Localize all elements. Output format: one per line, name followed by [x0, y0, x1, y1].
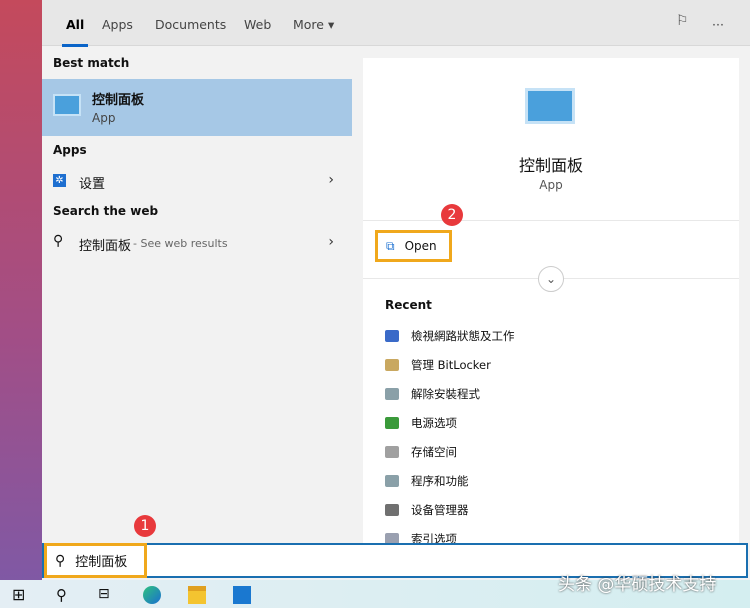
- recent-item[interactable]: 设备管理器: [385, 502, 469, 518]
- recent-item-label: 程序和功能: [411, 474, 469, 488]
- divider: [363, 220, 739, 221]
- recent-item[interactable]: 存储空间: [385, 444, 457, 460]
- recent-item-icon: [385, 446, 399, 458]
- web-result[interactable]: ⚲ 控制面板 - See web results ›: [42, 228, 352, 258]
- tab-apps[interactable]: Apps: [102, 17, 133, 32]
- task-view-icon[interactable]: ⊟: [98, 586, 116, 604]
- chevron-right-icon[interactable]: ›: [328, 234, 334, 250]
- open-button[interactable]: ⧉ Open: [375, 230, 452, 262]
- control-panel-icon: [53, 94, 81, 116]
- more-options-icon[interactable]: ···: [712, 17, 724, 32]
- apps-heading: Apps: [53, 143, 87, 157]
- edge-icon[interactable]: [143, 586, 161, 604]
- recent-item[interactable]: 电源选项: [385, 415, 457, 431]
- tab-all[interactable]: All: [61, 17, 89, 47]
- tab-more[interactable]: More ▾: [293, 17, 334, 32]
- search-icon: ⚲: [53, 233, 64, 249]
- taskbar: ⊞ ⚲ ⊟ 头条 @华硕技术支持: [0, 575, 750, 608]
- recent-item[interactable]: 檢視網路狀態及工作: [385, 328, 515, 344]
- open-label: Open: [404, 239, 437, 253]
- app-label: 设置: [79, 177, 106, 192]
- search-icon: ⚲: [55, 552, 66, 569]
- settings-icon: ✲: [53, 174, 66, 187]
- feedback-icon[interactable]: ⚐: [676, 13, 689, 29]
- open-icon: ⧉: [386, 238, 395, 253]
- recent-item-label: 电源选项: [411, 416, 457, 430]
- recent-heading: Recent: [385, 298, 432, 312]
- start-menu: All Apps Documents Web More ▾ ⚐ ··· Best…: [42, 0, 750, 580]
- tab-documents[interactable]: Documents: [155, 17, 226, 32]
- recent-item-label: 解除安裝程式: [411, 387, 480, 401]
- details-pane: 控制面板 App ⧉ Open 2 ⌄ Recent 檢視網路狀態及工作 管理 B…: [363, 58, 739, 546]
- details-subtitle: App: [539, 178, 563, 192]
- recent-item-icon: [385, 359, 399, 371]
- recent-item-label: 设备管理器: [411, 503, 469, 517]
- recent-item[interactable]: 管理 BitLocker: [385, 357, 491, 373]
- recent-item-label: 管理 BitLocker: [411, 358, 491, 372]
- expand-chevron-icon[interactable]: ⌄: [538, 266, 564, 292]
- step-badge-2: 2: [441, 204, 463, 226]
- recent-item-icon: [385, 504, 399, 516]
- search-icon[interactable]: ⚲: [56, 586, 74, 604]
- web-heading: Search the web: [53, 204, 159, 218]
- best-match-heading: Best match: [53, 56, 130, 70]
- details-title: 控制面板: [518, 156, 583, 175]
- recent-item[interactable]: 解除安裝程式: [385, 386, 480, 402]
- recent-item[interactable]: 程序和功能: [385, 473, 469, 489]
- control-panel-large-icon: [525, 88, 575, 124]
- mail-icon[interactable]: [233, 586, 251, 604]
- best-match-title: 控制面板: [92, 93, 145, 108]
- search-tabs: All Apps Documents Web More ▾ ⚐ ···: [42, 0, 750, 47]
- recent-item-icon: [385, 475, 399, 487]
- step-badge-1: 1: [134, 515, 156, 537]
- recent-item-label: 存储空间: [411, 445, 457, 459]
- web-query: 控制面板: [79, 239, 132, 254]
- recent-item-icon: [385, 330, 399, 342]
- watermark: 头条 @华硕技术支持: [558, 575, 717, 595]
- best-match-result[interactable]: 控制面板 App: [42, 79, 352, 136]
- recent-item-icon: [385, 417, 399, 429]
- file-explorer-icon[interactable]: [188, 586, 206, 604]
- web-suffix: - See web results: [133, 237, 228, 250]
- best-match-subtitle: App: [92, 111, 116, 125]
- tab-web[interactable]: Web: [244, 17, 271, 32]
- app-result-settings[interactable]: ✲ 设置 ›: [42, 166, 352, 196]
- windows-start-icon[interactable]: ⊞: [12, 586, 30, 604]
- recent-item-label: 檢視網路狀態及工作: [411, 329, 515, 343]
- search-input[interactable]: 控制面板: [75, 551, 127, 570]
- search-highlight: ⚲ 控制面板: [44, 543, 147, 578]
- recent-item-icon: [385, 388, 399, 400]
- chevron-right-icon[interactable]: ›: [328, 172, 334, 188]
